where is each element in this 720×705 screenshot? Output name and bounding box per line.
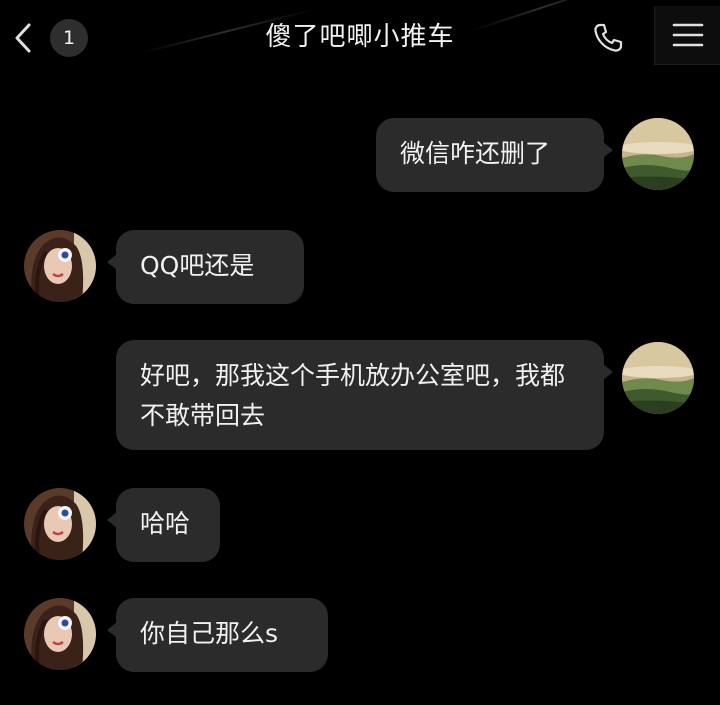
landscape-avatar-image (622, 118, 694, 190)
phone-icon (594, 23, 623, 52)
contact-avatar[interactable] (24, 230, 96, 302)
message-bubble[interactable]: 微信咋还删了 (376, 118, 613, 192)
landscape-avatar-image (622, 342, 694, 414)
message-bubble[interactable]: 好吧，那我这个手机放办公室吧，我都不敢带回去 (116, 340, 613, 450)
message-bubble[interactable]: 哈哈 (107, 488, 220, 562)
girl-avatar-image (24, 488, 96, 560)
message-bubble[interactable]: 你自己那么s (107, 598, 328, 672)
my-avatar[interactable] (622, 118, 694, 190)
contact-avatar[interactable] (24, 598, 96, 670)
contact-avatar[interactable] (24, 488, 96, 560)
message-row-outgoing: 好吧，那我这个手机放办公室吧，我都不敢带回去 (0, 340, 720, 452)
message-row-incoming: 你自己那么s (0, 596, 720, 676)
girl-avatar-image (24, 598, 96, 670)
chat-header: 1 傻了吧唧小推车 (0, 0, 720, 75)
call-button[interactable] (588, 18, 628, 58)
message-bubble[interactable]: QQ吧还是 (107, 230, 304, 304)
message-row-outgoing: 微信咋还删了 (0, 116, 720, 196)
my-avatar[interactable] (622, 342, 694, 414)
hamburger-menu-icon (672, 23, 704, 47)
message-row-incoming: 哈哈 (0, 486, 720, 566)
message-row-incoming: QQ吧还是 (0, 228, 720, 308)
girl-avatar-image (24, 230, 96, 302)
menu-button[interactable] (654, 6, 720, 65)
